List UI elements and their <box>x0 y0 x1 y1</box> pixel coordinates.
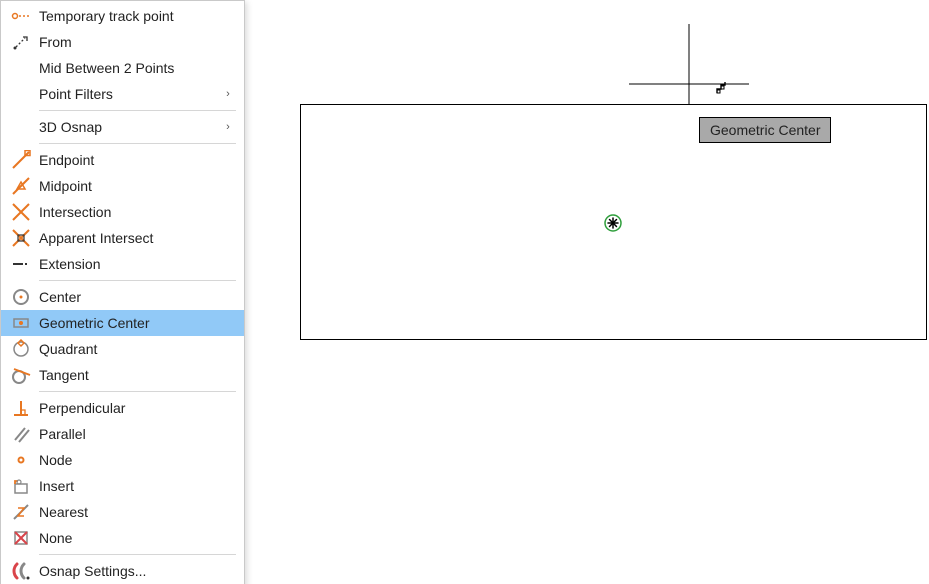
menu-item-label: Midpoint <box>33 178 236 194</box>
menu-item-midpoint[interactable]: Midpoint <box>1 173 244 199</box>
menu-item-label: Intersection <box>33 204 236 220</box>
submenu-arrow-icon: › <box>220 88 236 100</box>
pickbox-icon <box>714 81 728 95</box>
menu-item-label: Quadrant <box>33 341 236 357</box>
menu-item-label: Perpendicular <box>33 400 236 416</box>
point-filters-icon <box>9 84 33 104</box>
temporary-track-point-icon <box>9 6 33 26</box>
nearest-icon <box>9 502 33 522</box>
menu-item-label: Apparent Intersect <box>33 230 236 246</box>
menu-item-geometric-center[interactable]: Geometric Center <box>1 310 244 336</box>
menu-item-node[interactable]: Node <box>1 447 244 473</box>
geometric-center-icon <box>9 313 33 333</box>
intersection-icon <box>9 202 33 222</box>
osnap-context-menu: Temporary track point From Mid Between 2 P… <box>0 0 245 584</box>
none-icon <box>9 528 33 548</box>
node-icon <box>9 450 33 470</box>
osnap-settings-icon <box>9 561 33 581</box>
snap-tooltip: Geometric Center <box>699 117 831 143</box>
menu-item-label: Temporary track point <box>33 8 236 24</box>
menu-item-parallel[interactable]: Parallel <box>1 421 244 447</box>
menu-item-mid-between-two-points[interactable]: Mid Between 2 Points <box>1 55 244 81</box>
crosshair-cursor <box>689 34 690 35</box>
menu-item-label: Mid Between 2 Points <box>33 60 236 76</box>
menu-item-intersection[interactable]: Intersection <box>1 199 244 225</box>
menu-item-temporary-track-point[interactable]: Temporary track point <box>1 3 244 29</box>
menu-item-osnap-3d[interactable]: 3D Osnap› <box>1 114 244 140</box>
menu-item-label: Osnap Settings... <box>33 563 236 579</box>
menu-item-from[interactable]: From <box>1 29 244 55</box>
geometric-center-snap-marker <box>603 213 623 233</box>
endpoint-icon <box>9 150 33 170</box>
menu-item-label: Nearest <box>33 504 236 520</box>
mid-between-two-points-icon <box>9 58 33 78</box>
parallel-icon <box>9 424 33 444</box>
osnap-3d-icon <box>9 117 33 137</box>
menu-separator <box>39 391 236 392</box>
menu-item-label: Point Filters <box>33 86 220 102</box>
menu-item-label: Tangent <box>33 367 236 383</box>
menu-item-label: None <box>33 530 236 546</box>
center-icon <box>9 287 33 307</box>
menu-separator <box>39 143 236 144</box>
menu-item-quadrant[interactable]: Quadrant <box>1 336 244 362</box>
perpendicular-icon <box>9 398 33 418</box>
menu-item-osnap-settings[interactable]: Osnap Settings... <box>1 558 244 584</box>
menu-item-perpendicular[interactable]: Perpendicular <box>1 395 244 421</box>
insert-icon <box>9 476 33 496</box>
menu-item-label: From <box>33 34 236 50</box>
menu-item-label: Geometric Center <box>33 315 236 331</box>
from-icon <box>9 32 33 52</box>
menu-item-label: 3D Osnap <box>33 119 220 135</box>
menu-item-endpoint[interactable]: Endpoint <box>1 147 244 173</box>
tangent-icon <box>9 365 33 385</box>
menu-item-none[interactable]: None <box>1 525 244 551</box>
menu-item-label: Parallel <box>33 426 236 442</box>
menu-item-label: Node <box>33 452 236 468</box>
menu-item-tangent[interactable]: Tangent <box>1 362 244 388</box>
submenu-arrow-icon: › <box>220 121 236 133</box>
extension-icon <box>9 254 33 274</box>
menu-item-nearest[interactable]: Nearest <box>1 499 244 525</box>
menu-separator <box>39 280 236 281</box>
menu-item-label: Center <box>33 289 236 305</box>
menu-item-label: Insert <box>33 478 236 494</box>
menu-item-label: Endpoint <box>33 152 236 168</box>
quadrant-icon <box>9 339 33 359</box>
menu-separator <box>39 110 236 111</box>
midpoint-icon <box>9 176 33 196</box>
menu-item-center[interactable]: Center <box>1 284 244 310</box>
menu-item-extension[interactable]: Extension <box>1 251 244 277</box>
menu-item-label: Extension <box>33 256 236 272</box>
drawing-canvas[interactable] <box>300 104 927 340</box>
apparent-intersect-icon <box>9 228 33 248</box>
menu-item-insert[interactable]: Insert <box>1 473 244 499</box>
menu-item-apparent-intersect[interactable]: Apparent Intersect <box>1 225 244 251</box>
menu-separator <box>39 554 236 555</box>
menu-item-point-filters[interactable]: Point Filters› <box>1 81 244 107</box>
